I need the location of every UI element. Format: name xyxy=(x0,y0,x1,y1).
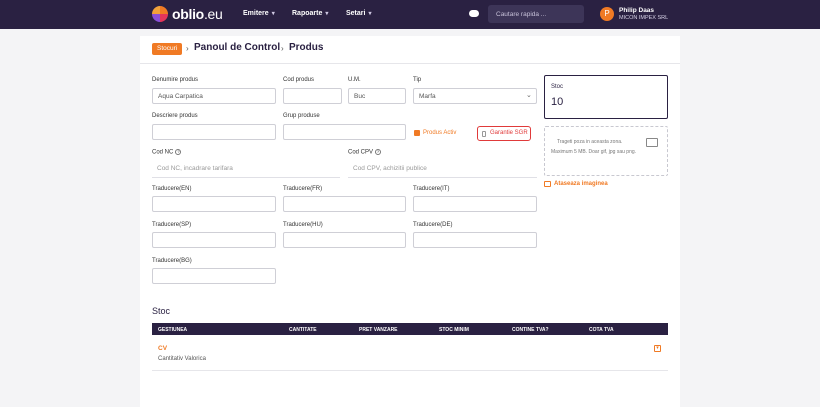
user-company: MICON IMPEX SRL xyxy=(619,15,669,21)
chevron-down-icon: ⌄ xyxy=(526,92,532,99)
logo-mark-icon xyxy=(152,6,168,22)
grup-label: Grup produse xyxy=(283,113,320,119)
denumire-label: Denumire produs xyxy=(152,77,199,83)
cod-produs-input[interactable] xyxy=(283,88,342,104)
traducere-en-input[interactable] xyxy=(152,196,276,212)
cod-cpv-input[interactable] xyxy=(348,160,537,178)
um-label: U.M. xyxy=(348,77,361,83)
traducere-bg-label: Traducere(BG) xyxy=(152,258,192,264)
chevron-down-icon: ▾ xyxy=(271,11,275,17)
traducere-de-input[interactable] xyxy=(413,232,537,248)
chevron-down-icon: ▾ xyxy=(325,11,329,17)
traducere-de-label: Traducere(DE) xyxy=(413,222,453,228)
expand-icon[interactable]: ▾ xyxy=(654,345,661,352)
column-header: STOC MINIM xyxy=(439,327,469,333)
traducere-bg-input[interactable] xyxy=(152,268,276,284)
tip-label: Tip xyxy=(413,77,422,83)
traducere-fr-label: Traducere(FR) xyxy=(283,186,323,192)
traducere-hu-label: Traducere(HU) xyxy=(283,222,323,228)
chevron-right-icon: › xyxy=(186,44,189,53)
table-row-gestiune[interactable]: CV xyxy=(158,345,167,352)
garantie-sgr-checkbox[interactable] xyxy=(482,131,486,137)
stoc-summary-label: Stoc xyxy=(551,84,564,90)
stoc-summary-value: 10 xyxy=(551,96,564,108)
oblio-logo[interactable]: oblio.eu xyxy=(152,6,223,22)
descriere-input[interactable] xyxy=(152,124,276,140)
cod-produs-label: Cod produs xyxy=(283,77,315,83)
search-input[interactable] xyxy=(488,5,584,23)
nav-setari[interactable]: Setari ▾ xyxy=(346,10,371,17)
help-icon[interactable]: ? xyxy=(375,149,382,155)
cod-nc-input[interactable] xyxy=(152,160,340,178)
traducere-it-label: Traducere(IT) xyxy=(413,186,450,192)
cod-nc-label: Cod NC? xyxy=(152,149,182,156)
column-header: CANTITATE xyxy=(289,327,317,333)
traducere-hu-input[interactable] xyxy=(283,232,406,248)
traducere-en-label: Traducere(EN) xyxy=(152,186,192,192)
descriere-label: Descriere produs xyxy=(152,113,198,119)
produs-activ-checkbox[interactable] xyxy=(414,130,420,136)
produs-activ-label: Produs Activ xyxy=(423,130,457,136)
attach-image-link[interactable]: Ataseaza imaginea xyxy=(554,181,608,187)
traducere-sp-label: Traducere(SP) xyxy=(152,222,192,228)
drop-zone-hint: Trageti poza in aceasta zona. xyxy=(557,139,623,145)
garantie-sgr-label[interactable]: Garantie SGR xyxy=(490,130,528,136)
denumire-input[interactable] xyxy=(152,88,276,104)
grup-input[interactable] xyxy=(283,124,406,140)
stock-section-title: Stoc xyxy=(152,306,171,316)
help-icon[interactable]: ? xyxy=(175,149,182,155)
column-header: PRET VANZARE xyxy=(359,327,398,333)
tip-select[interactable]: Marfa xyxy=(413,88,537,104)
nav-emitere[interactable]: Emitere ▾ xyxy=(243,10,275,17)
cod-cpv-label: Cod CPV? xyxy=(348,149,382,156)
page-title: Produs xyxy=(289,42,324,53)
breadcrumb-tag[interactable]: Stocuri xyxy=(152,43,183,55)
column-header: COTA TVA xyxy=(589,327,614,333)
column-header: GESTIUNEA xyxy=(158,327,188,333)
image-icon xyxy=(646,138,658,147)
avatar[interactable]: P xyxy=(600,7,614,21)
chevron-down-icon: ▾ xyxy=(368,11,372,17)
nav-rapoarte[interactable]: Rapoarte ▾ xyxy=(292,10,328,17)
traducere-sp-input[interactable] xyxy=(152,232,276,248)
top-navbar xyxy=(0,0,820,29)
user-name[interactable]: Philip Daas xyxy=(619,7,654,14)
drop-zone-hint-limit: Maximum 5 MB. Doar gif, jpg sau png. xyxy=(551,149,637,155)
cloud-icon[interactable] xyxy=(469,10,479,17)
divider xyxy=(152,370,668,371)
traducere-fr-input[interactable] xyxy=(283,196,406,212)
chevron-right-icon: › xyxy=(281,44,284,53)
divider xyxy=(140,63,680,64)
traducere-it-input[interactable] xyxy=(413,196,537,212)
breadcrumb-item[interactable]: Panoul de Control xyxy=(194,42,280,53)
image-attach-icon xyxy=(544,181,551,187)
table-row-subtitle: Cantitativ Valorica xyxy=(158,356,206,362)
um-input[interactable] xyxy=(348,88,406,104)
column-header: CONTINE TVA? xyxy=(512,327,549,333)
